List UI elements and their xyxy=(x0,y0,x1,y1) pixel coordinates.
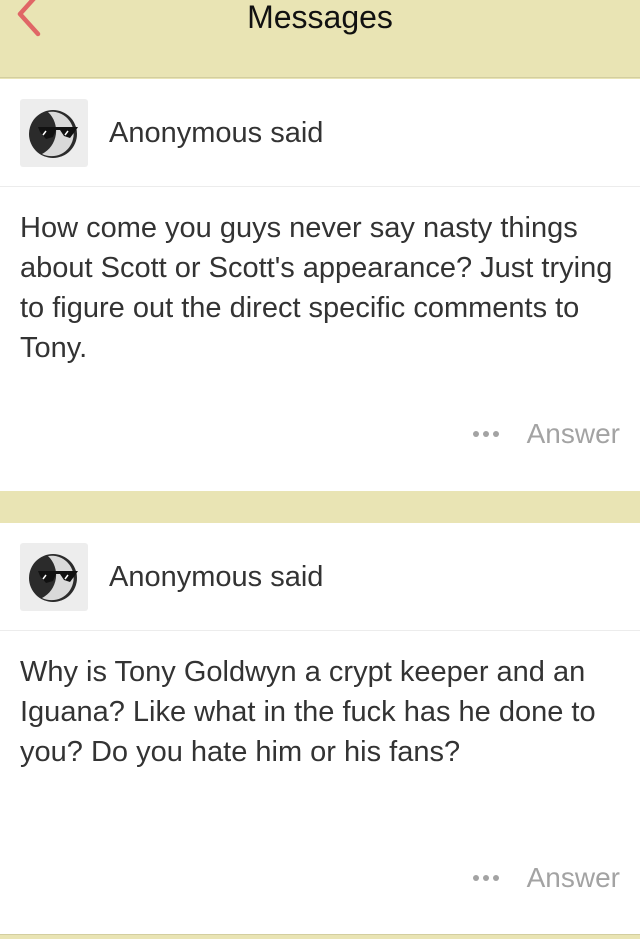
message-text: How come you guys never say nasty things… xyxy=(20,212,613,364)
page-title: Messages xyxy=(247,0,393,35)
anonymous-sunglasses-icon xyxy=(29,554,78,602)
message-text: Why is Tony Goldwyn a crypt keeper and a… xyxy=(20,656,596,768)
avatar[interactable] xyxy=(20,543,88,611)
answer-button[interactable]: Answer xyxy=(527,417,620,451)
top-bar: Messages xyxy=(0,0,640,78)
message-header: Anonymous said xyxy=(0,79,640,187)
more-dots-icon xyxy=(472,431,479,437)
answer-button[interactable]: Answer xyxy=(527,861,620,895)
message-actions: Answer xyxy=(472,417,620,451)
message-card: Anonymous said Why is Tony Goldwyn a cry… xyxy=(0,523,640,935)
avatar[interactable] xyxy=(20,99,88,167)
more-options-button[interactable] xyxy=(472,861,499,895)
message-actions: Answer xyxy=(472,861,620,895)
message-card: Anonymous said How come you guys never s… xyxy=(0,79,640,491)
more-dots-icon xyxy=(472,875,479,881)
message-author: Anonymous said xyxy=(109,561,324,593)
anonymous-sunglasses-icon xyxy=(29,110,78,158)
message-header: Anonymous said xyxy=(0,523,640,631)
more-options-button[interactable] xyxy=(472,417,499,451)
message-author: Anonymous said xyxy=(109,117,324,149)
